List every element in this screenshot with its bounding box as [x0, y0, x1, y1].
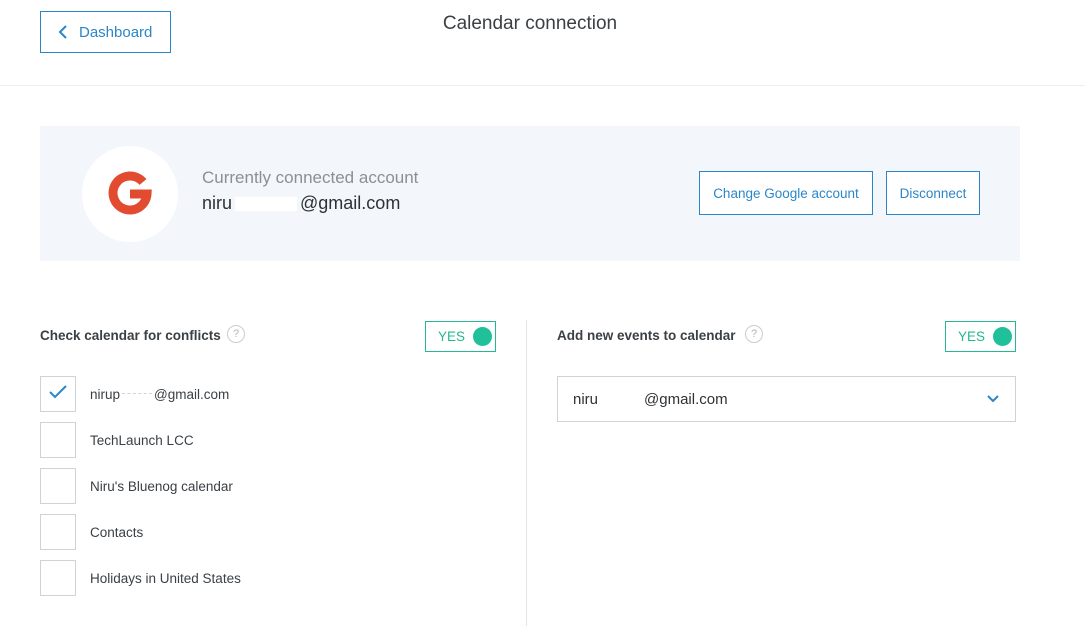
account-email: niru @gmail.com	[202, 193, 400, 214]
calendar-checkbox-holidays[interactable]	[40, 560, 76, 596]
top-header: Dashboard Calendar connection	[0, 0, 1085, 86]
calendar-email-prefix: nirup	[90, 386, 121, 402]
calendar-checkbox-techlaunch[interactable]	[40, 422, 76, 458]
add-events-title: Add new events to calendar	[557, 328, 736, 343]
toggle-knob	[993, 327, 1013, 346]
google-g-icon	[105, 167, 155, 222]
conflicts-toggle-label: YES	[438, 329, 466, 344]
connected-account-card: Currently connected account niru @gmail.c…	[40, 126, 1020, 261]
account-email-suffix: @gmail.com	[300, 193, 401, 213]
calendar-label-bluenog: Niru's Bluenog calendar	[90, 478, 233, 494]
section-divider	[526, 320, 527, 626]
chevron-down-icon	[987, 395, 999, 403]
account-label: Currently connected account	[202, 168, 419, 187]
calendar-row-holidays[interactable]: Holidays in United States	[40, 560, 241, 596]
calendar-select[interactable]: niru @gmail.com	[557, 376, 1016, 422]
calendar-select-value: niru @gmail.com	[573, 391, 987, 408]
conflicts-title: Check calendar for conflicts	[40, 328, 221, 343]
disconnect-button[interactable]: Disconnect	[886, 171, 980, 215]
calendar-checkbox-contacts[interactable]	[40, 514, 76, 550]
calendar-email-suffix: @gmail.com	[154, 386, 230, 402]
select-email-suffix: @gmail.com	[644, 390, 728, 408]
add-events-toggle[interactable]: YES	[945, 321, 1016, 352]
calendar-label-primary: nirup @gmail.com	[90, 387, 229, 402]
add-events-help-icon[interactable]: ?	[745, 325, 763, 343]
calendar-checkbox-primary[interactable]	[40, 376, 76, 412]
calendar-row-bluenog[interactable]: Niru's Bluenog calendar	[40, 468, 233, 504]
account-email-prefix: niru	[202, 193, 233, 213]
calendar-label-techlaunch: TechLaunch LCC	[90, 432, 194, 448]
google-logo	[82, 146, 178, 242]
redaction-mask	[122, 393, 153, 396]
add-events-toggle-label: YES	[958, 329, 986, 344]
calendar-row-techlaunch[interactable]: TechLaunch LCC	[40, 422, 194, 458]
select-email-prefix: niru	[573, 390, 599, 408]
checkmark-icon	[49, 384, 67, 404]
calendar-label-contacts: Contacts	[90, 524, 144, 540]
redaction-mask	[235, 197, 298, 212]
calendar-label-holidays: Holidays in United States	[90, 570, 241, 586]
conflicts-help-icon[interactable]: ?	[227, 325, 245, 343]
page-title: Calendar connection	[442, 13, 618, 34]
conflicts-toggle[interactable]: YES	[425, 321, 496, 352]
calendar-checkbox-bluenog[interactable]	[40, 468, 76, 504]
toggle-knob	[473, 327, 493, 346]
calendar-row-primary[interactable]: nirup @gmail.com	[40, 376, 229, 412]
change-google-account-button[interactable]: Change Google account	[699, 171, 873, 215]
calendar-row-contacts[interactable]: Contacts	[40, 514, 143, 550]
